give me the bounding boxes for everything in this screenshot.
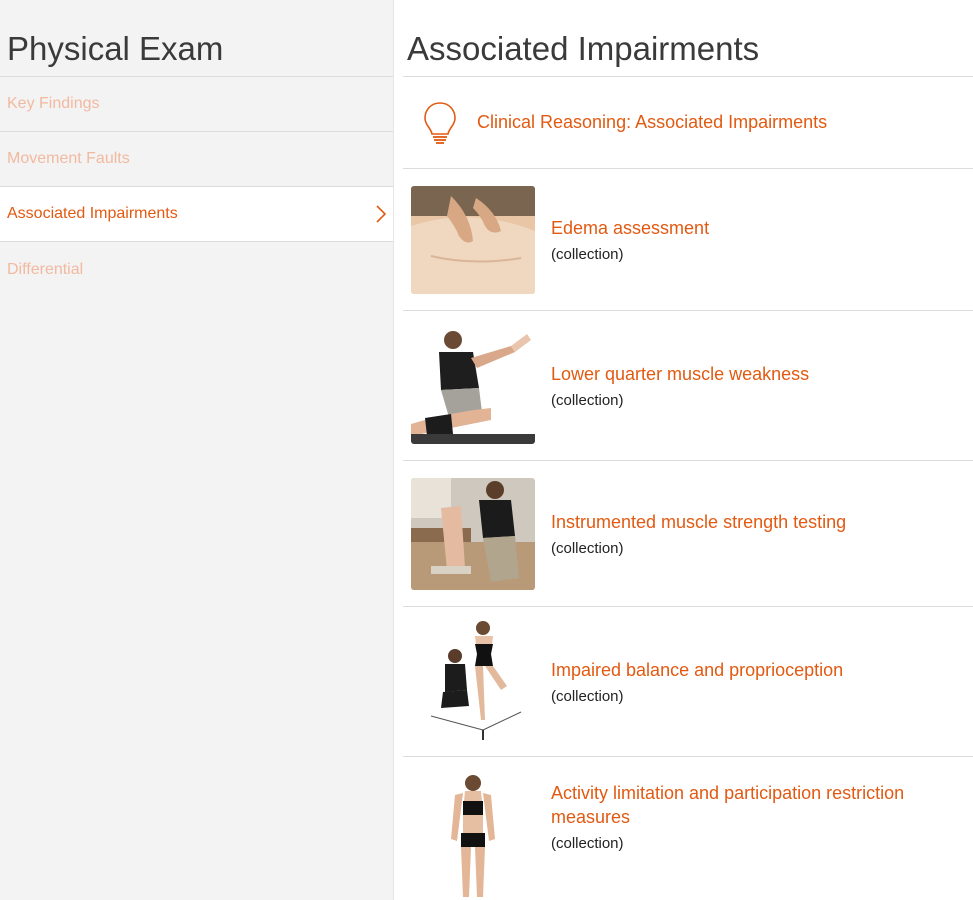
lightbulb-icon <box>424 101 456 144</box>
collection-item-balance[interactable]: Impaired balance and proprioception (col… <box>403 607 973 757</box>
collection-title: Impaired balance and proprioception <box>551 660 844 680</box>
collection-item-activity-limitation[interactable]: Activity limitation and participation re… <box>403 757 973 900</box>
balance-thumbnail <box>411 619 535 744</box>
collection-title: Activity limitation and participation re… <box>551 783 905 827</box>
muscle-weakness-thumbnail <box>411 327 535 444</box>
sidebar-title: Physical Exam <box>0 0 393 77</box>
chevron-right-icon <box>376 205 387 223</box>
sidebar-item-differential[interactable]: Differential <box>0 242 393 297</box>
sidebar-item-label: Associated Impairments <box>7 205 178 222</box>
collection-title: Lower quarter muscle weakness <box>551 364 810 384</box>
clinical-reasoning-link[interactable]: Clinical Reasoning: Associated Impairmen… <box>403 77 973 169</box>
sidebar-item-associated-impairments[interactable]: Associated Impairments <box>0 187 393 242</box>
collection-subtitle: (collection) <box>551 392 624 409</box>
strength-testing-thumbnail <box>411 477 535 590</box>
sidebar: Physical Exam Key Findings Movement Faul… <box>0 0 394 900</box>
collection-subtitle: (collection) <box>551 246 624 263</box>
main-content: Associated Impairments Clinical Reasonin… <box>395 0 973 900</box>
collection-title: Instrumented muscle strength testing <box>551 512 847 532</box>
sidebar-item-label: Key Findings <box>7 95 100 112</box>
activity-limitation-thumbnail <box>411 771 535 900</box>
sidebar-item-label: Differential <box>7 260 84 278</box>
page-title: Associated Impairments <box>403 0 973 77</box>
clinical-reasoning-label: Clinical Reasoning: Associated Impairmen… <box>477 112 828 132</box>
sidebar-item-movement-faults[interactable]: Movement Faults <box>0 132 393 187</box>
collection-item-muscle-weakness[interactable]: Lower quarter muscle weakness (collectio… <box>403 311 973 461</box>
edema-thumbnail <box>411 185 535 294</box>
collection-item-strength-testing[interactable]: Instrumented muscle strength testing (co… <box>403 461 973 607</box>
collection-item-edema[interactable]: Edema assessment (collection) <box>403 169 973 311</box>
collection-subtitle: (collection) <box>551 540 624 557</box>
collection-title: Edema assessment <box>551 218 710 238</box>
collection-subtitle: (collection) <box>551 835 624 852</box>
collection-subtitle: (collection) <box>551 688 624 705</box>
sidebar-item-key-findings[interactable]: Key Findings <box>0 77 393 132</box>
sidebar-item-label: Movement Faults <box>7 150 130 167</box>
